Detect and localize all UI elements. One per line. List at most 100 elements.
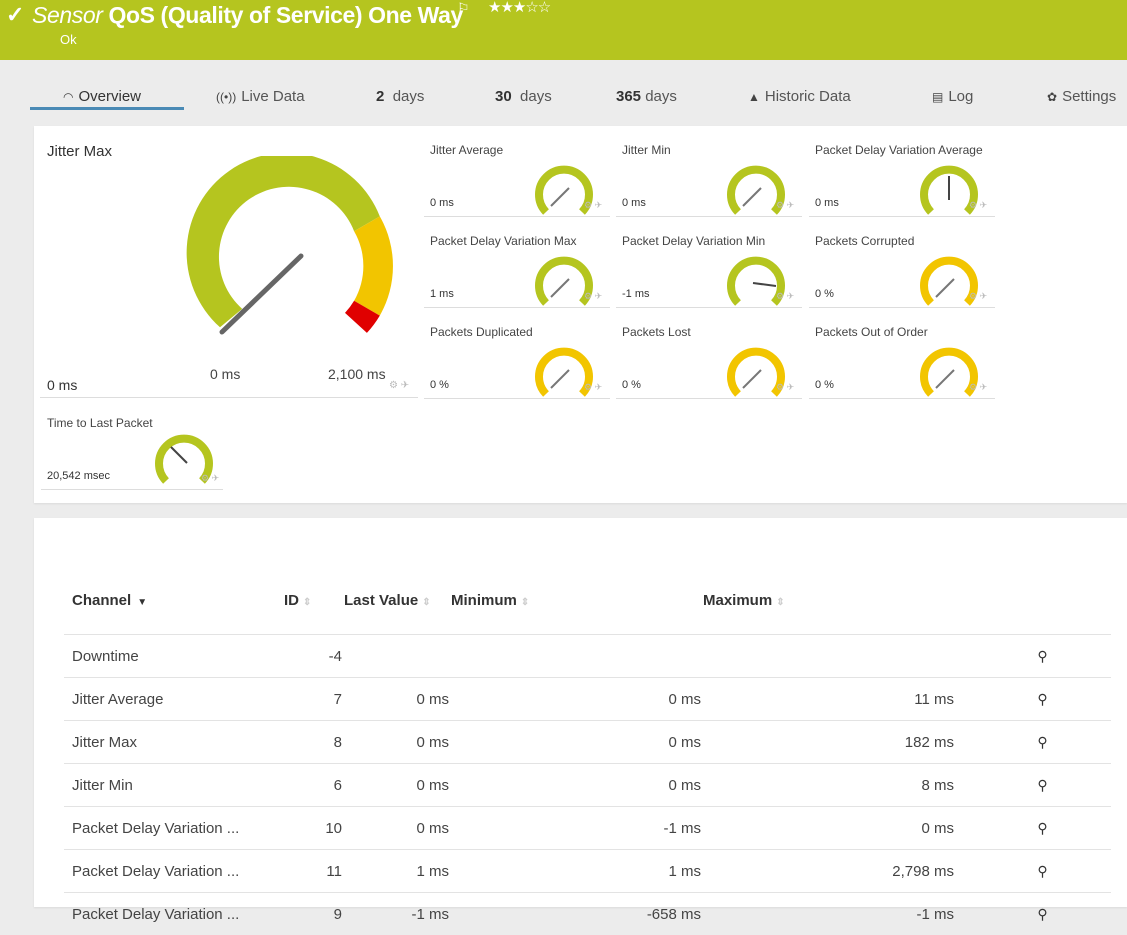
gauge-title: Jitter Average <box>430 143 503 157</box>
channel-settings-icon[interactable]: ⚲ <box>1037 906 1047 922</box>
gauge-tools-icon[interactable]: ⚙ ✈ <box>776 382 794 393</box>
header-label: Minimum <box>451 592 517 609</box>
cell-channel: Jitter Min <box>64 764 283 807</box>
tab-label: Log <box>948 88 973 105</box>
gauge-value: 0 ms <box>622 197 646 209</box>
gauge-pdv-max[interactable]: Packet Delay Variation Max 1 ms ⚙ ✈ <box>424 217 610 302</box>
active-tab-indicator <box>30 107 184 110</box>
table-row[interactable]: Jitter Average 7 0 ms 0 ms 11 ms ⚲ <box>64 678 1111 721</box>
channel-settings-icon[interactable]: ⚲ <box>1037 691 1047 707</box>
tab-2-days[interactable]: 2 days <box>376 88 424 105</box>
gauge-title: Packet Delay Variation Min <box>622 234 765 248</box>
sort-icon: ⇕ <box>776 597 784 608</box>
table-row[interactable]: Packet Delay Variation ... 10 0 ms -1 ms… <box>64 807 1111 850</box>
table-row[interactable]: Packet Delay Variation ... 9 -1 ms -658 … <box>64 893 1111 935</box>
tab-label: Historic Data <box>765 88 851 105</box>
tab-bar: ◠Overview ((•))Live Data 2 days 30 days … <box>0 76 1127 116</box>
cell-id: 6 <box>283 764 343 807</box>
cell-id: -4 <box>283 635 343 678</box>
cell-minimum: 1 ms <box>450 850 702 893</box>
cell-minimum: -1 ms <box>450 807 702 850</box>
cell-channel: Jitter Average <box>64 678 283 721</box>
cell-channel: Packet Delay Variation ... <box>64 807 283 850</box>
divider <box>424 398 610 399</box>
gauge-pdv-min[interactable]: Packet Delay Variation Min -1 ms ⚙ ✈ <box>616 217 802 302</box>
cell-minimum: 0 ms <box>450 678 702 721</box>
flag-icon[interactable]: ⚐ <box>457 0 470 17</box>
cell-channel: Downtime <box>64 635 283 678</box>
col-channel[interactable]: Channel▼ <box>64 566 283 635</box>
cell-id: 10 <box>283 807 343 850</box>
channel-settings-icon[interactable]: ⚲ <box>1037 820 1047 836</box>
gauge-title: Jitter Min <box>622 143 671 157</box>
cell-maximum: 2,798 ms <box>702 850 955 893</box>
big-gauge-value: 0 ms <box>47 377 77 393</box>
gauge-tools-icon[interactable]: ⚙ ✈ <box>584 200 602 211</box>
gauge-packets-duplicated[interactable]: Packets Duplicated 0 % ⚙ ✈ <box>424 308 610 393</box>
tab-log[interactable]: ▤Log <box>932 88 973 105</box>
table-row[interactable]: Downtime -4 ⚲ <box>64 635 1111 678</box>
gauge-value: 0 % <box>815 288 834 300</box>
divider <box>809 398 995 399</box>
gauge-tools-icon[interactable]: ⚙ ✈ <box>969 382 987 393</box>
gear-icon: ✿ <box>1047 90 1057 104</box>
gauge-packets-corrupted[interactable]: Packets Corrupted 0 % ⚙ ✈ <box>809 217 995 302</box>
channels-table: Channel▼ ID⇕ Last Value⇕ Minimum⇕ Maximu… <box>64 566 1111 935</box>
sort-icon: ⇕ <box>303 597 311 608</box>
cell-maximum: 0 ms <box>702 807 955 850</box>
tab-historic-data[interactable]: ▲ Historic Data <box>748 88 851 105</box>
tab-label: Settings <box>1062 88 1116 105</box>
gauge-packets-lost[interactable]: Packets Lost 0 % ⚙ ✈ <box>616 308 802 393</box>
big-gauge-title: Jitter Max <box>47 143 112 160</box>
gauge-time-to-last-packet[interactable]: Time to Last Packet 20,542 msec ⚙ ✈ <box>41 399 227 484</box>
gauge-tools-icon[interactable]: ⚙ ✈ <box>584 291 602 302</box>
channel-settings-icon[interactable]: ⚲ <box>1037 863 1047 879</box>
channel-settings-icon[interactable]: ⚲ <box>1037 734 1047 750</box>
gauge-jitter-min[interactable]: Jitter Min 0 ms ⚙ ✈ <box>616 126 802 211</box>
gauge-packets-out-of-order[interactable]: Packets Out of Order 0 % ⚙ ✈ <box>809 308 995 393</box>
col-minimum[interactable]: Minimum⇕ <box>450 566 702 635</box>
gauge-title: Packet Delay Variation Average <box>815 143 983 157</box>
cell-id: 11 <box>283 850 343 893</box>
table-row[interactable]: Jitter Min 6 0 ms 0 ms 8 ms ⚲ <box>64 764 1111 807</box>
gauge-tools-icon[interactable]: ⚙ ✈ <box>584 382 602 393</box>
cell-id: 7 <box>283 678 343 721</box>
col-id[interactable]: ID⇕ <box>283 566 343 635</box>
sort-desc-icon: ▼ <box>137 597 147 608</box>
gauge-pdv-average[interactable]: Packet Delay Variation Average 0 ms ⚙ ✈ <box>809 126 995 211</box>
table-row[interactable]: Jitter Max 8 0 ms 0 ms 182 ms ⚲ <box>64 721 1111 764</box>
cell-last-value: 0 ms <box>343 764 450 807</box>
tab-365-days[interactable]: 365 days <box>616 88 677 105</box>
channel-settings-icon[interactable]: ⚲ <box>1037 648 1047 664</box>
tab-30-days[interactable]: 30 days <box>495 88 552 105</box>
gauge-jitter-average[interactable]: Jitter Average 0 ms ⚙ ✈ <box>424 126 610 211</box>
gauge-tools-icon[interactable]: ⚙ ✈ <box>776 291 794 302</box>
live-data-icon: ((•)) <box>216 90 236 104</box>
channel-settings-icon[interactable]: ⚲ <box>1037 777 1047 793</box>
gauge-tools-icon[interactable]: ⚙ ✈ <box>969 291 987 302</box>
cell-minimum <box>450 635 702 678</box>
tab-settings[interactable]: ✿ Settings <box>1047 88 1116 105</box>
divider <box>41 489 223 490</box>
tab-label: Live Data <box>241 88 304 105</box>
col-maximum[interactable]: Maximum ⇕ <box>702 566 955 635</box>
cell-maximum: 182 ms <box>702 721 955 764</box>
cell-maximum: -1 ms <box>702 893 955 935</box>
tab-live-data[interactable]: ((•)) Live Data <box>216 88 305 105</box>
gauge-title: Packets Out of Order <box>815 325 928 339</box>
gauge-value: -1 ms <box>622 288 650 300</box>
tab-num: 30 <box>495 88 512 105</box>
gauge-tools-icon[interactable]: ⚙ ✈ <box>776 200 794 211</box>
table-row[interactable]: Packet Delay Variation ... 11 1 ms 1 ms … <box>64 850 1111 893</box>
col-last-value[interactable]: Last Value⇕ <box>343 566 450 635</box>
gauge-tools-icon[interactable]: ⚙ ✈ <box>969 200 987 211</box>
tab-overview[interactable]: ◠Overview <box>63 88 141 105</box>
gauge-tools-icon[interactable]: ⚙ ✈ <box>389 380 409 391</box>
cell-last-value: 0 ms <box>343 721 450 764</box>
cell-minimum: 0 ms <box>450 721 702 764</box>
gauge-tools-icon[interactable]: ⚙ ✈ <box>201 473 219 484</box>
area-chart-icon: ▲ <box>748 90 760 104</box>
priority-stars[interactable]: ★★★☆☆ <box>488 0 550 16</box>
channels-panel: Channel▼ ID⇕ Last Value⇕ Minimum⇕ Maximu… <box>34 518 1127 907</box>
header-label: Maximum <box>703 592 772 609</box>
